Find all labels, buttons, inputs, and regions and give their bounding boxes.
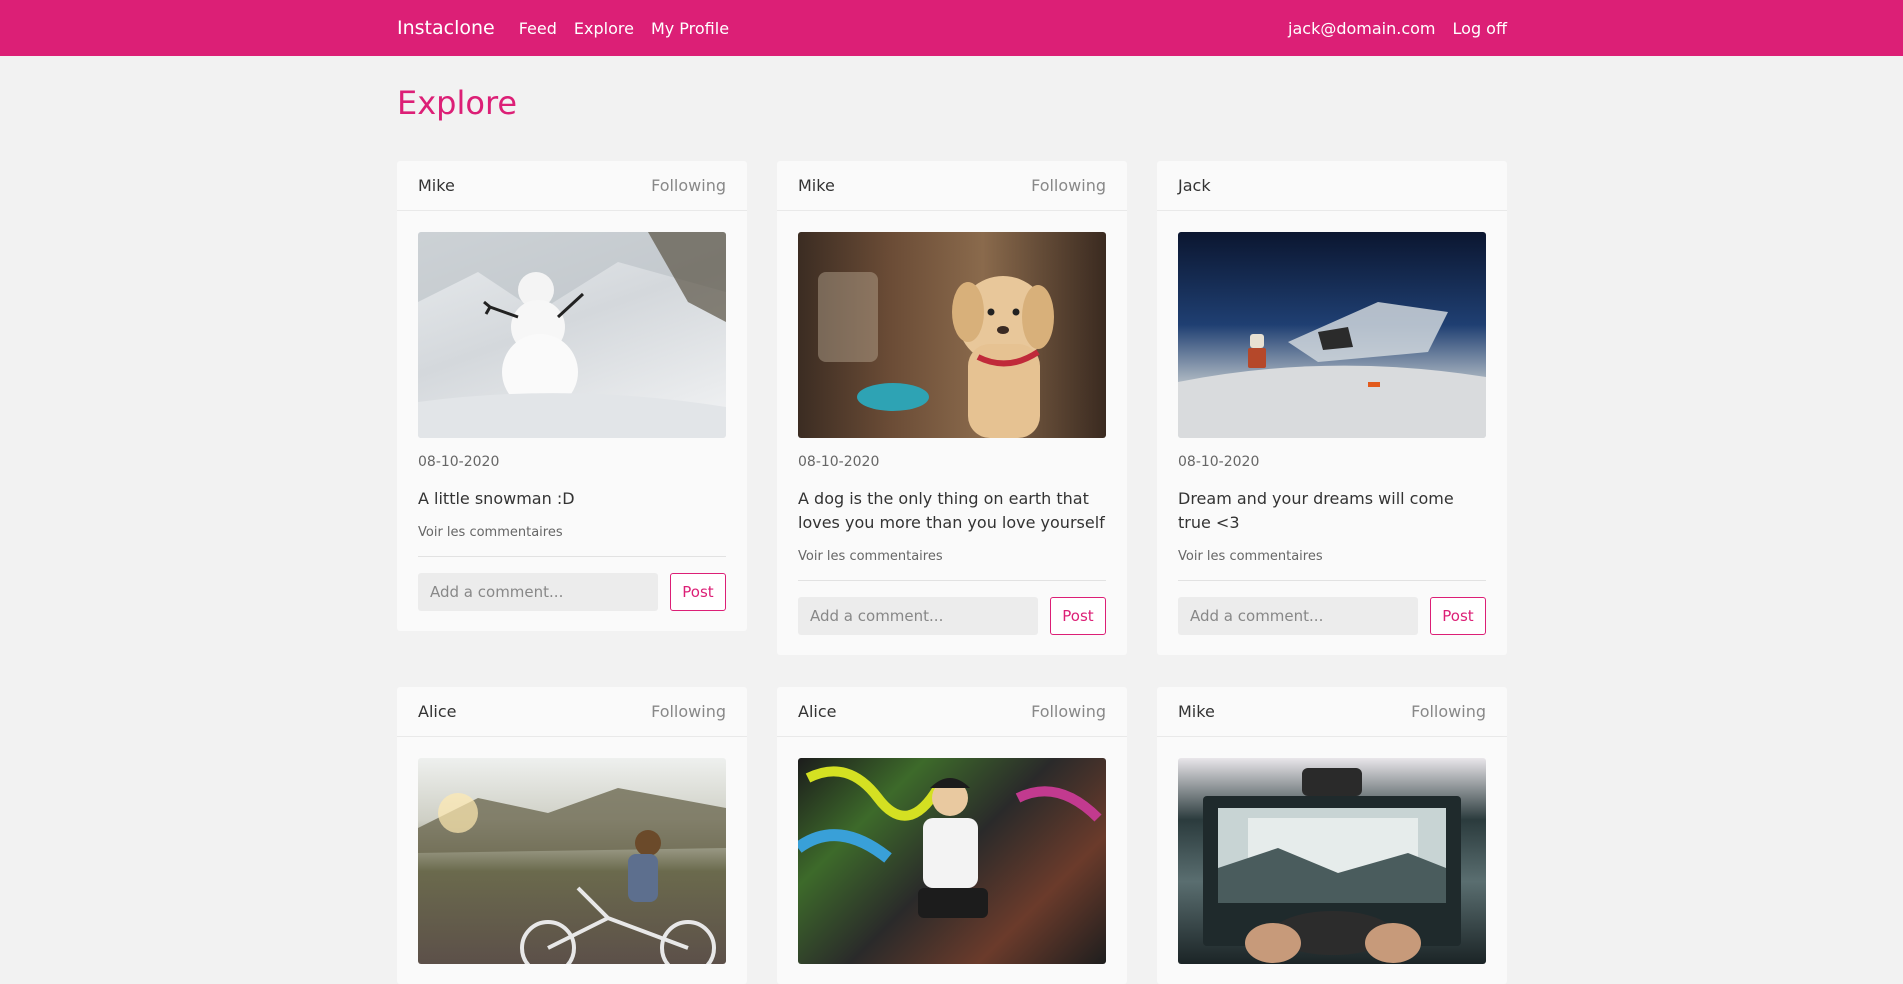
post-header: Jack [1157, 161, 1507, 211]
snowman-photo [418, 232, 726, 438]
comment-input[interactable] [418, 573, 658, 611]
navbar-left: Instaclone Feed Explore My Profile [397, 17, 746, 39]
navbar-right: jack@domain.com Log off [1271, 19, 1507, 38]
follow-status[interactable]: Following [651, 176, 726, 195]
post-date: 08-10-2020 [798, 454, 880, 470]
nav-link-feed[interactable]: Feed [519, 19, 557, 38]
post-date: 08-10-2020 [1178, 454, 1260, 470]
post-card: Alice Following [397, 687, 747, 984]
post-body [777, 737, 1127, 984]
nav-link-explore[interactable]: Explore [574, 19, 634, 38]
page-title: Explore [397, 84, 518, 122]
comment-form: Post [798, 597, 1106, 635]
comment-input[interactable] [1178, 597, 1418, 635]
comment-form: Post [1178, 597, 1486, 635]
posts-grid: Mike Following 08-10-2020 A little snowm… [397, 161, 1507, 984]
gaming-photo [1178, 758, 1486, 964]
divider [418, 556, 726, 557]
follow-status[interactable]: Following [1411, 702, 1486, 721]
post-comment-button[interactable]: Post [670, 573, 726, 611]
bicycle-girl-photo [418, 758, 726, 964]
navbar-inner: Instaclone Feed Explore My Profile jack@… [397, 0, 1507, 56]
see-comments-link[interactable]: Voir les commentaires [798, 549, 1106, 564]
post-header: Mike Following [397, 161, 747, 211]
comment-form: Post [418, 573, 726, 611]
post-header: Alice Following [777, 687, 1127, 737]
graffiti-girl-photo [798, 758, 1106, 964]
logoff-link[interactable]: Log off [1453, 19, 1507, 38]
follow-status[interactable]: Following [1031, 176, 1106, 195]
brand-logo[interactable]: Instaclone [397, 17, 495, 39]
post-body: 08-10-2020 A dog is the only thing on ea… [777, 211, 1127, 655]
post-header: Mike Following [1157, 687, 1507, 737]
post-card: Mike Following [1157, 687, 1507, 984]
puppy-photo [798, 232, 1106, 438]
see-comments-link[interactable]: Voir les commentaires [1178, 549, 1486, 564]
nav-link-my-profile[interactable]: My Profile [651, 19, 729, 38]
post-body: 08-10-2020 Dream and your dreams will co… [1157, 211, 1507, 655]
post-author[interactable]: Mike [418, 176, 455, 195]
post-card: Mike Following 08-10-2020 A little snowm… [397, 161, 747, 631]
post-author[interactable]: Mike [798, 176, 835, 195]
post-header: Alice Following [397, 687, 747, 737]
see-comments-link[interactable]: Voir les commentaires [418, 525, 726, 540]
lego-astronaut-photo [1178, 232, 1486, 438]
post-comment-button[interactable]: Post [1050, 597, 1106, 635]
post-card: Alice Following [777, 687, 1127, 984]
post-caption: A dog is the only thing on earth that lo… [798, 489, 1105, 532]
user-email-link[interactable]: jack@domain.com [1288, 19, 1436, 38]
post-author[interactable]: Alice [798, 702, 836, 721]
comment-input[interactable] [798, 597, 1038, 635]
post-author[interactable]: Jack [1178, 176, 1211, 195]
post-caption: Dream and your dreams will come true <3 [1178, 489, 1454, 532]
post-body [397, 737, 747, 984]
navbar: Instaclone Feed Explore My Profile jack@… [0, 0, 1903, 56]
post-date: 08-10-2020 [418, 454, 500, 470]
post-body: 08-10-2020 A little snowman :D Voir les … [397, 211, 747, 631]
post-card: Mike Following 08-10-2020 A dog is the o… [777, 161, 1127, 655]
post-body [1157, 737, 1507, 984]
post-header: Mike Following [777, 161, 1127, 211]
divider [798, 580, 1106, 581]
divider [1178, 580, 1486, 581]
follow-status[interactable]: Following [651, 702, 726, 721]
follow-status[interactable]: Following [1031, 702, 1106, 721]
post-author[interactable]: Mike [1178, 702, 1215, 721]
post-caption: A little snowman :D [418, 489, 575, 508]
post-author[interactable]: Alice [418, 702, 456, 721]
post-comment-button[interactable]: Post [1430, 597, 1486, 635]
post-card: Jack 08-10-2020 Dream and your dreams wi… [1157, 161, 1507, 655]
